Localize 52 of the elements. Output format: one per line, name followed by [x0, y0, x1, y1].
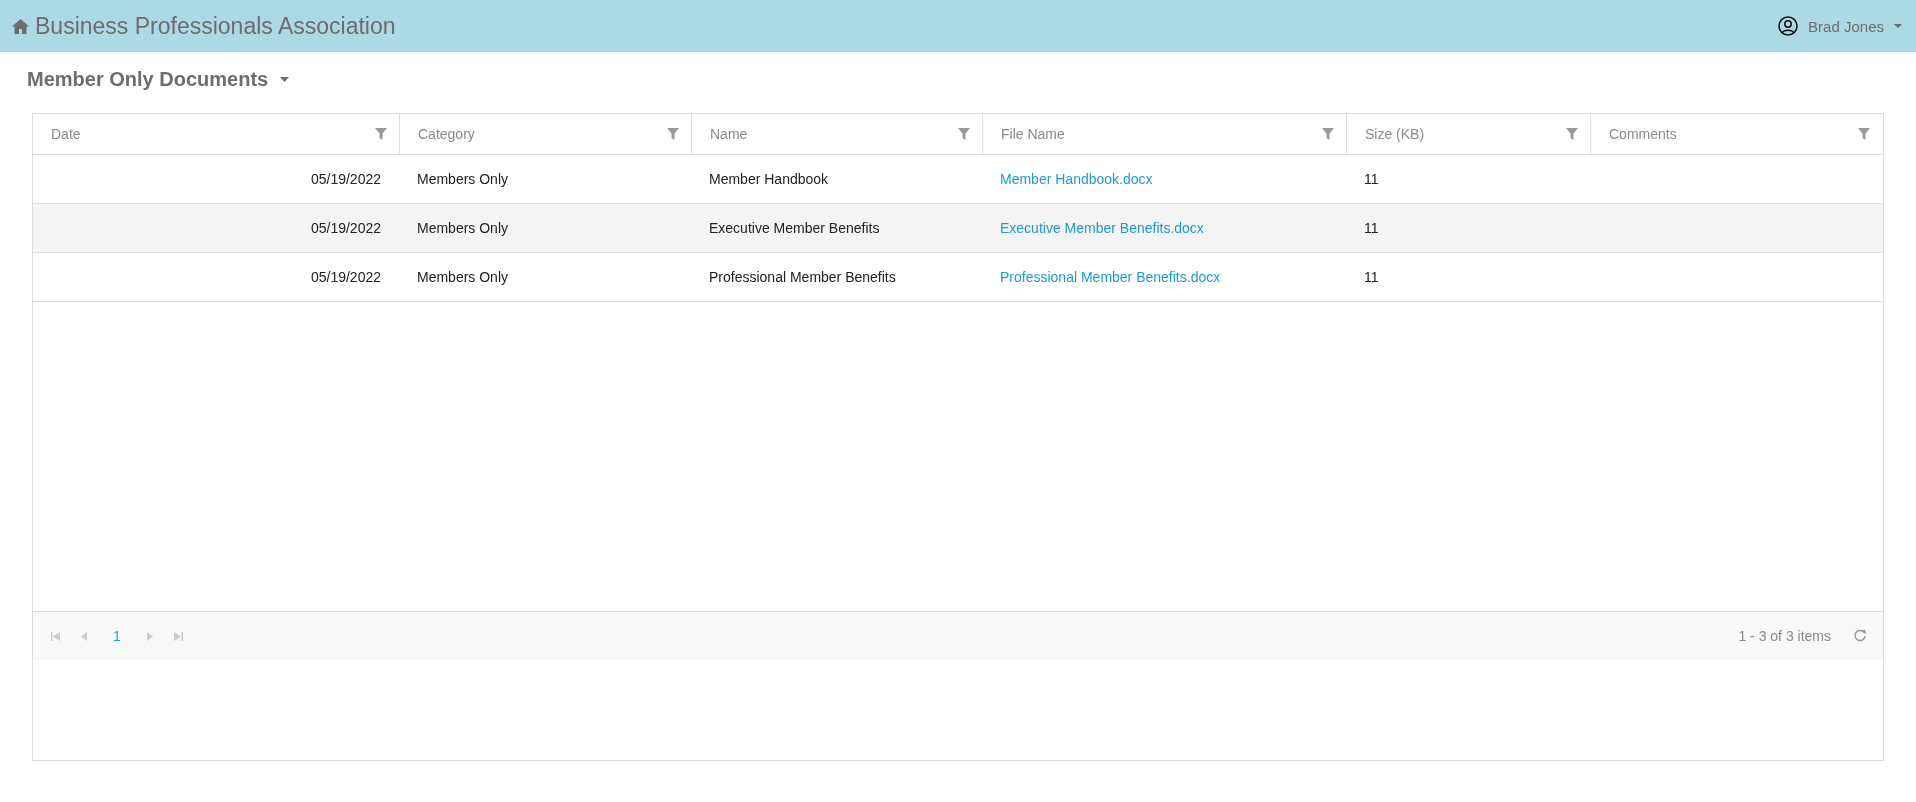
filter-icon[interactable]	[1322, 128, 1334, 140]
filter-icon[interactable]	[958, 128, 970, 140]
home-link[interactable]: Business Professionals Association	[12, 12, 396, 40]
column-header[interactable]: Size (KB)	[1346, 114, 1590, 154]
table-cell-text: Members Only	[416, 268, 510, 287]
column-header[interactable]: File Name	[982, 114, 1346, 154]
column-title: Date	[51, 126, 81, 142]
table-cell-text: 05/19/2022	[309, 170, 382, 189]
table-cell-text: 11	[1363, 268, 1380, 287]
table-cell-text: 11	[1363, 219, 1380, 238]
last-page-icon	[173, 631, 183, 641]
home-icon	[12, 18, 29, 34]
table-cell-text: Member Handbook	[708, 170, 830, 189]
table-cell-text: 11	[1363, 170, 1380, 189]
column-title: Comments	[1609, 126, 1677, 142]
next-page-button[interactable]	[144, 631, 154, 641]
previous-page-button[interactable]	[80, 631, 89, 641]
filter-icon[interactable]	[667, 128, 679, 140]
table-cell-text: 05/19/2022	[309, 268, 382, 287]
table-cell-text: Members Only	[416, 170, 510, 189]
column-header[interactable]: Category	[399, 114, 691, 154]
column-header[interactable]: Date	[33, 114, 399, 154]
filter-icon[interactable]	[1566, 128, 1578, 140]
column-header[interactable]: Name	[691, 114, 982, 154]
refresh-icon	[1853, 629, 1867, 643]
file-link[interactable]: Professional Member Benefits.docx	[1000, 269, 1221, 285]
left-triangle-icon	[80, 631, 89, 641]
column-title: File Name	[1001, 126, 1065, 142]
first-page-button[interactable]	[51, 631, 60, 641]
user-menu[interactable]: Brad Jones	[1778, 16, 1902, 36]
page-number[interactable]: 1	[109, 628, 125, 644]
table-cell-text: Members Only	[416, 219, 510, 238]
last-page-button[interactable]	[173, 631, 183, 641]
right-triangle-icon	[144, 631, 154, 641]
table-cell-text: 05/19/2022	[309, 219, 382, 238]
first-page-icon	[51, 631, 60, 641]
table-cell-text: Executive Member Benefits	[708, 219, 881, 238]
column-title: Category	[418, 126, 475, 142]
user-icon	[1778, 16, 1799, 36]
caret-icon	[1894, 24, 1902, 28]
column-header[interactable]: Comments	[1590, 114, 1882, 154]
column-title: Size (KB)	[1365, 126, 1425, 142]
column-title: Name	[710, 126, 748, 142]
filter-icon[interactable]	[1858, 128, 1870, 140]
page-title-dropdown[interactable]: Member Only Documents	[27, 68, 290, 91]
filter-icon[interactable]	[375, 128, 387, 140]
refresh-button[interactable]	[1853, 629, 1867, 643]
file-link[interactable]: Member Handbook.docx	[1000, 171, 1153, 187]
file-link[interactable]: Executive Member Benefits.docx	[1000, 220, 1204, 236]
table-cell-text: Professional Member Benefits	[708, 268, 897, 287]
pager-info: 1 - 3 of 3 items	[1738, 628, 1831, 644]
caret-icon	[280, 77, 290, 82]
